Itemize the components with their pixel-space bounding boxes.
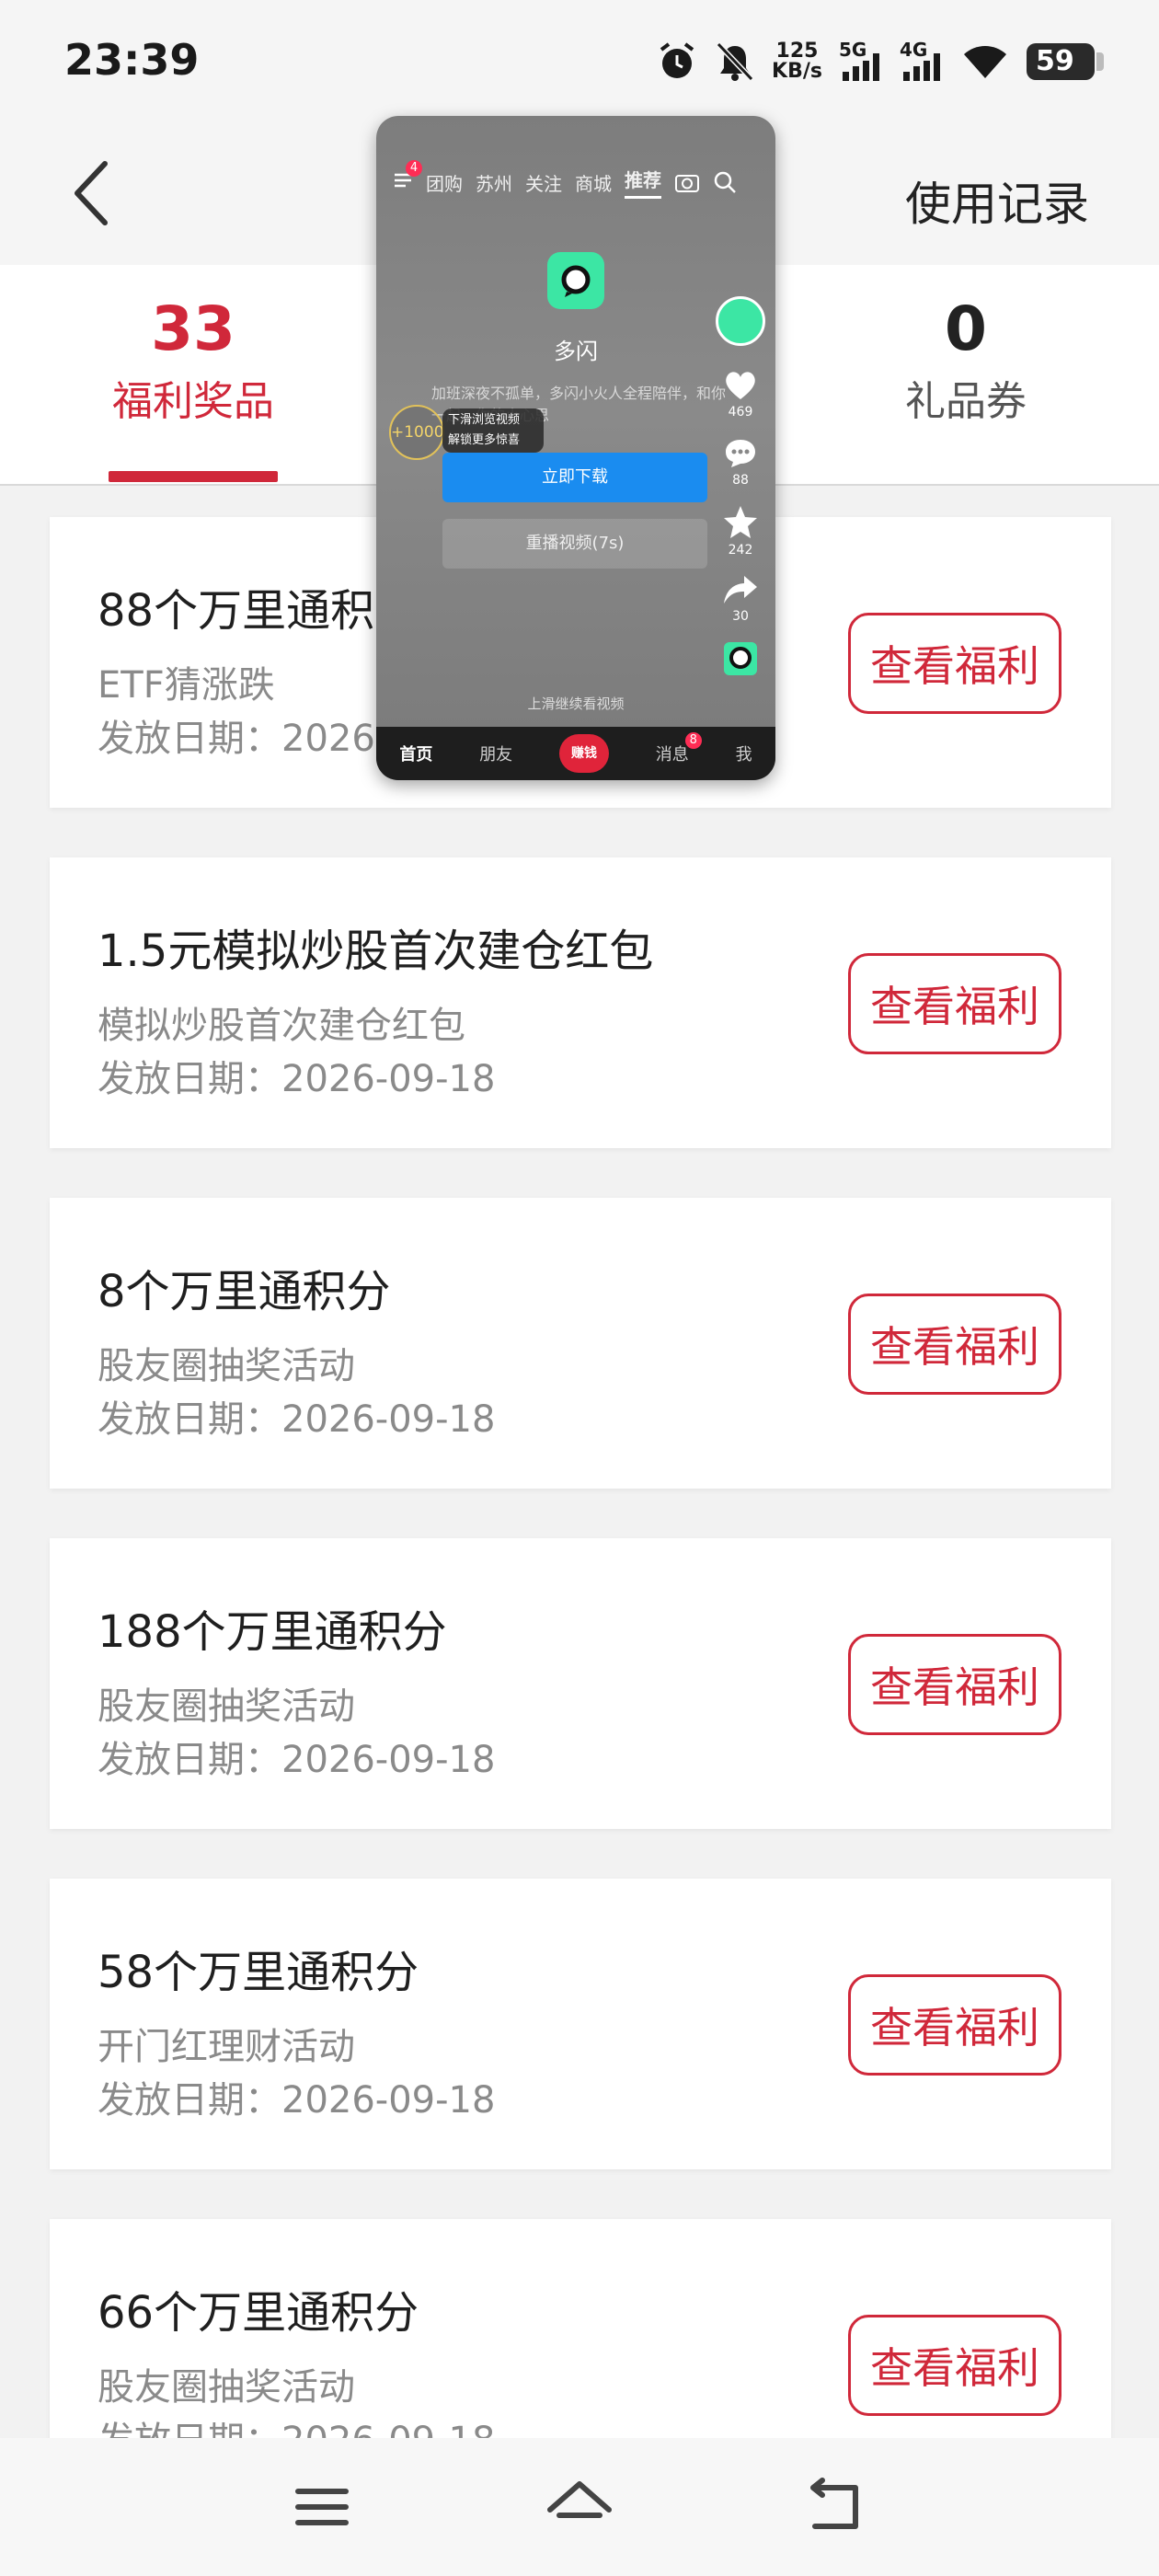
status-icons: 125 KB/s 5G 4G 59: [656, 37, 1104, 86]
view-welfare-button[interactable]: 查看福利: [848, 1974, 1061, 2076]
app-logo-small-icon: [724, 642, 757, 675]
view-welfare-button[interactable]: 查看福利: [848, 1634, 1061, 1735]
overlay-nav-messages[interactable]: 消息 8: [656, 732, 702, 765]
item-subtitle: 股友圈抽奖活动: [98, 2366, 355, 2409]
item-date: 发放日期：2026-09-18: [98, 1398, 496, 1441]
item-title: 188个万里通积分: [98, 1606, 447, 1658]
comment-action[interactable]: 88: [713, 436, 768, 488]
star-icon: [724, 506, 757, 538]
overlay-bottom-nav: 首页 朋友 赚钱 消息 8 我: [376, 727, 775, 780]
overlay-tab[interactable]: 商城: [575, 169, 612, 196]
item-title: 8个万里通积分: [98, 1266, 391, 1317]
system-nav-bar: [0, 2438, 1159, 2576]
tab-label: 福利奖品: [112, 378, 274, 425]
list-item: 1.5元模拟炒股首次建仓红包 模拟炒股首次建仓红包 发放日期：2026-09-1…: [50, 857, 1111, 1148]
overlay-menu-badge: 4: [406, 160, 422, 177]
usage-record-link[interactable]: 使用记录: [905, 167, 1089, 234]
tab-welfare-prizes[interactable]: 33 福利奖品: [41, 293, 345, 432]
item-date: 发放日期：2026-09-18: [98, 1739, 496, 1781]
overlay-top-tabs: 4 团购 苏州 关注 商城 推荐: [376, 160, 775, 202]
coin-reward-badge[interactable]: +1000: [389, 405, 444, 460]
item-subtitle: ETF猜涨跌: [98, 664, 275, 707]
tab-active-indicator: [109, 471, 278, 482]
overlay-tab-active[interactable]: 推荐: [625, 166, 661, 199]
favorite-action[interactable]: 242: [713, 504, 768, 558]
tab-label: 礼品券: [905, 378, 1027, 425]
list-item: 66个万里通积分 股友圈抽奖活动 发放日期：2026-09-18 查看福利: [50, 2219, 1111, 2438]
menu-icon[interactable]: [285, 2475, 359, 2539]
overlay-nav-me[interactable]: 我: [736, 742, 752, 765]
welfare-list[interactable]: 88个万里通积 ETF猜涨跌 发放日期：2026- 查看福利 1.5元模拟炒股首…: [0, 488, 1159, 2438]
overlay-nav-home[interactable]: 首页: [399, 742, 432, 765]
list-item: 8个万里通积分 股友圈抽奖活动 发放日期：2026-09-18 查看福利: [50, 1198, 1111, 1489]
back-arrow-icon[interactable]: [64, 156, 120, 230]
list-item: 188个万里通积分 股友圈抽奖活动 发放日期：2026-09-18 查看福利: [50, 1538, 1111, 1829]
item-subtitle: 开门红理财活动: [98, 2026, 355, 2068]
app-logo-icon: [547, 252, 604, 309]
camera-icon[interactable]: [674, 171, 700, 193]
download-button[interactable]: 立即下载: [442, 453, 707, 502]
message-badge: 8: [684, 732, 702, 749]
heart-icon: [726, 372, 755, 399]
search-icon[interactable]: [713, 170, 737, 194]
list-item: 58个万里通积分 开门红理财活动 发放日期：2026-09-18 查看福利: [50, 1879, 1111, 2169]
overlay-tab[interactable]: 苏州: [476, 169, 512, 196]
tab-gift-coupons[interactable]: 0 礼品券: [814, 293, 1118, 432]
replay-button[interactable]: 重播视频(7s): [442, 519, 707, 569]
share-icon: [724, 576, 757, 604]
swipe-hint: 上滑继续看视频: [527, 696, 625, 712]
tab-count: 0: [945, 293, 987, 364]
overlay-menu-icon[interactable]: 4: [393, 160, 422, 193]
home-icon[interactable]: [543, 2475, 616, 2539]
view-welfare-button[interactable]: 查看福利: [848, 613, 1061, 714]
item-title: 58个万里通积分: [98, 1947, 419, 1998]
overlay-nav-friends[interactable]: 朋友: [479, 742, 512, 765]
status-bar: 23:39 125 KB/s 5G 4G 59: [0, 0, 1159, 120]
overlay-side-actions: 469 88 242 30: [713, 296, 768, 697]
view-welfare-button[interactable]: 查看福利: [848, 1294, 1061, 1395]
item-subtitle: 股友圈抽奖活动: [98, 1685, 355, 1728]
wifi-icon: [964, 46, 1006, 78]
item-date: 发放日期：2026-: [98, 718, 389, 760]
signal-4g-icon: 4G: [900, 39, 944, 83]
floating-video-window[interactable]: 4 团购 苏州 关注 商城 推荐 多闪 加班深夜不孤单，多闪小火人全程陪伴，和你…: [376, 116, 775, 780]
tab-count: 33: [151, 293, 235, 364]
back-icon[interactable]: [800, 2475, 874, 2539]
coin-tip: 下滑浏览视频 解锁更多惊喜: [442, 408, 544, 453]
overlay-nav-earn[interactable]: 赚钱: [558, 734, 609, 773]
item-title: 88个万里通积: [98, 585, 375, 637]
signal-5g-icon: 5G: [839, 39, 883, 83]
alarm-icon: [660, 42, 694, 78]
overlay-tab[interactable]: 团购: [426, 169, 463, 196]
item-title: 1.5元模拟炒股首次建仓红包: [98, 926, 654, 977]
item-title: 66个万里通积分: [98, 2287, 419, 2339]
net-speed: 125 KB/s: [772, 40, 822, 83]
item-date: 发放日期：2026-09-18: [98, 1058, 496, 1100]
avatar[interactable]: [716, 296, 765, 346]
item-date: 发放日期：2026-09-18: [98, 2410, 495, 2438]
like-action[interactable]: 469: [713, 368, 768, 420]
item-subtitle: 股友圈抽奖活动: [98, 1345, 355, 1387]
view-welfare-button[interactable]: 查看福利: [848, 2315, 1061, 2416]
view-welfare-button[interactable]: 查看福利: [848, 953, 1061, 1054]
status-time: 23:39: [64, 35, 200, 85]
overlay-tab[interactable]: 关注: [525, 169, 562, 196]
comment-icon: [726, 440, 755, 467]
share-action[interactable]: 30: [713, 574, 768, 624]
battery-icon: 59: [1027, 43, 1104, 80]
music-disc[interactable]: [713, 640, 768, 681]
item-date: 发放日期：2026-09-18: [98, 2079, 496, 2122]
item-subtitle: 模拟炒股首次建仓红包: [98, 1005, 465, 1047]
mute-bell-icon: [716, 41, 754, 82]
